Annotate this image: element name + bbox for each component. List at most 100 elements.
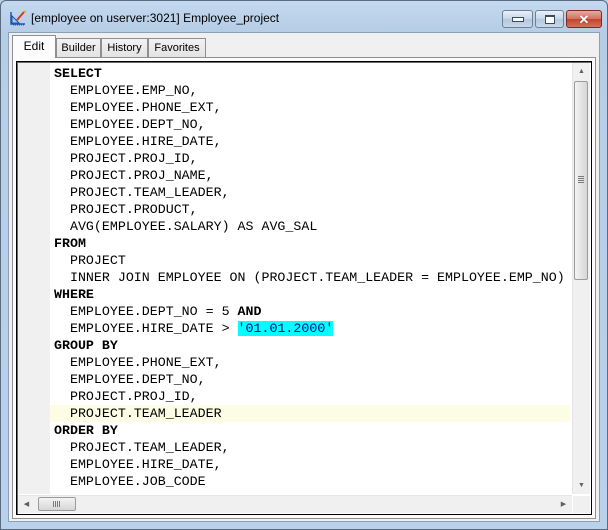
code-line[interactable]: PROJECT — [50, 252, 570, 269]
sql-text: PROJECT.PRODUCT, — [69, 202, 198, 217]
sql-text: PROJECT — [69, 253, 126, 268]
code-line[interactable]: PROJECT.TEAM_LEADER, — [50, 439, 570, 456]
grip-icon — [578, 176, 584, 183]
sql-text: PROJECT.TEAM_LEADER, — [69, 185, 230, 200]
sql-text: EMPLOYEE.EMP_NO, — [69, 83, 198, 98]
minimize-icon — [511, 16, 524, 22]
close-icon: ✕ — [578, 11, 590, 27]
maximize-icon — [544, 14, 555, 24]
close-button[interactable]: ✕ — [566, 10, 602, 28]
maximize-button[interactable] — [535, 10, 564, 28]
sql-text: PROJECT.PROJ_ID, — [69, 389, 198, 404]
sql-text: EMPLOYEE.HIRE_DATE, — [69, 457, 222, 472]
scrollbar-corner — [573, 496, 590, 513]
horizontal-scroll-thumb[interactable] — [38, 497, 76, 511]
sql-text: INNER JOIN EMPLOYEE ON (PROJECT.TEAM_LEA… — [69, 270, 565, 285]
code-line[interactable]: EMPLOYEE.DEPT_NO, — [50, 116, 570, 133]
title-bar[interactable]: [employee on userver:3021] Employee_proj… — [1, 1, 607, 33]
edit-tab-page: SELECT EMPLOYEE.EMP_NO, EMPLOYEE.PHONE_E… — [12, 57, 596, 519]
grip-icon — [53, 501, 60, 507]
sql-text: PROJECT.TEAM_LEADER — [69, 406, 222, 421]
code-line[interactable]: INNER JOIN EMPLOYEE ON (PROJECT.TEAM_LEA… — [50, 269, 570, 286]
sql-keyword: ORDER BY — [54, 423, 118, 438]
code-line[interactable]: EMPLOYEE.JOB_CODE — [50, 473, 570, 490]
vertical-scroll-thumb[interactable] — [574, 81, 588, 280]
code-line-current[interactable]: PROJECT.TEAM_LEADER — [50, 405, 570, 422]
code-line[interactable]: PROJECT.TEAM_LEADER, — [50, 184, 570, 201]
code-line[interactable]: FROM — [50, 235, 570, 252]
sql-keyword: GROUP BY — [54, 338, 118, 353]
sql-text: EMPLOYEE.DEPT_NO, — [69, 117, 206, 132]
editor-gutter[interactable] — [18, 63, 50, 494]
sql-text: PROJECT.PROJ_ID, — [69, 151, 198, 166]
horizontal-scrollbar[interactable]: ◀ ▶ — [18, 495, 572, 513]
code-line[interactable]: EMPLOYEE.HIRE_DATE > '01.01.2000' — [50, 320, 570, 337]
sql-editor[interactable]: SELECT EMPLOYEE.EMP_NO, EMPLOYEE.PHONE_E… — [16, 61, 592, 515]
sql-text: EMPLOYEE.HIRE_DATE, — [69, 134, 222, 149]
sql-text: AVG(EMPLOYEE.SALARY) AS AVG_SAL — [69, 219, 318, 234]
scroll-right-icon[interactable]: ▶ — [555, 496, 572, 513]
tab-favorites[interactable]: Favorites — [148, 38, 206, 57]
sql-text: EMPLOYEE.DEPT_NO = 5 — [69, 304, 238, 319]
window-title: [employee on userver:3021] Employee_proj… — [31, 11, 280, 25]
code-line[interactable]: WHERE — [50, 286, 570, 303]
code-line[interactable]: EMPLOYEE.HIRE_DATE, — [50, 133, 570, 150]
code-line[interactable]: PROJECT.PRODUCT, — [50, 201, 570, 218]
code-line[interactable]: EMPLOYEE.EMP_NO, — [50, 82, 570, 99]
code-line[interactable]: AVG(EMPLOYEE.SALARY) AS AVG_SAL — [50, 218, 570, 235]
sql-text: EMPLOYEE.HIRE_DATE > — [69, 321, 238, 336]
tab-history[interactable]: History — [101, 38, 148, 57]
minimize-button[interactable] — [502, 10, 533, 28]
code-line[interactable]: GROUP BY — [50, 337, 570, 354]
query-window: [employee on userver:3021] Employee_proj… — [0, 0, 608, 530]
code-line[interactable]: EMPLOYEE.DEPT_NO, — [50, 371, 570, 388]
sql-text: PROJECT.PROJ_NAME, — [69, 168, 214, 183]
sql-keyword: AND — [237, 304, 262, 319]
query-editor-icon — [10, 10, 27, 26]
scroll-down-icon[interactable]: ▼ — [573, 477, 590, 494]
code-line[interactable]: SELECT — [50, 65, 570, 82]
sql-keyword: SELECT — [54, 66, 102, 81]
sql-keyword: WHERE — [54, 287, 94, 302]
tab-edit[interactable]: Edit — [12, 35, 56, 58]
vertical-scrollbar[interactable]: ▲ ▼ — [572, 63, 590, 494]
code-line[interactable]: EMPLOYEE.PHONE_EXT, — [50, 99, 570, 116]
scroll-left-icon[interactable]: ◀ — [18, 496, 35, 513]
sql-string-literal: '01.01.2000' — [237, 321, 334, 336]
sql-code-area[interactable]: SELECT EMPLOYEE.EMP_NO, EMPLOYEE.PHONE_E… — [50, 65, 570, 494]
sql-text: EMPLOYEE.PHONE_EXT, — [69, 100, 222, 115]
code-line[interactable]: ORDER BY — [50, 422, 570, 439]
client-area: Edit Builder History Favorites SELECT EM… — [8, 32, 600, 522]
code-line[interactable]: EMPLOYEE.DEPT_NO = 5 AND — [50, 303, 570, 320]
sql-text: PROJECT.TEAM_LEADER, — [69, 440, 230, 455]
sql-text: EMPLOYEE.JOB_CODE — [69, 474, 206, 489]
code-line[interactable]: PROJECT.PROJ_ID, — [50, 388, 570, 405]
code-line[interactable]: EMPLOYEE.PHONE_EXT, — [50, 354, 570, 371]
scroll-up-icon[interactable]: ▲ — [573, 63, 590, 80]
tab-builder[interactable]: Builder — [56, 38, 101, 57]
code-line[interactable]: PROJECT.PROJ_ID, — [50, 150, 570, 167]
code-line[interactable]: EMPLOYEE.HIRE_DATE, — [50, 456, 570, 473]
code-line[interactable]: PROJECT.PROJ_NAME, — [50, 167, 570, 184]
sql-text: EMPLOYEE.PHONE_EXT, — [69, 355, 222, 370]
sql-keyword: FROM — [54, 236, 86, 251]
